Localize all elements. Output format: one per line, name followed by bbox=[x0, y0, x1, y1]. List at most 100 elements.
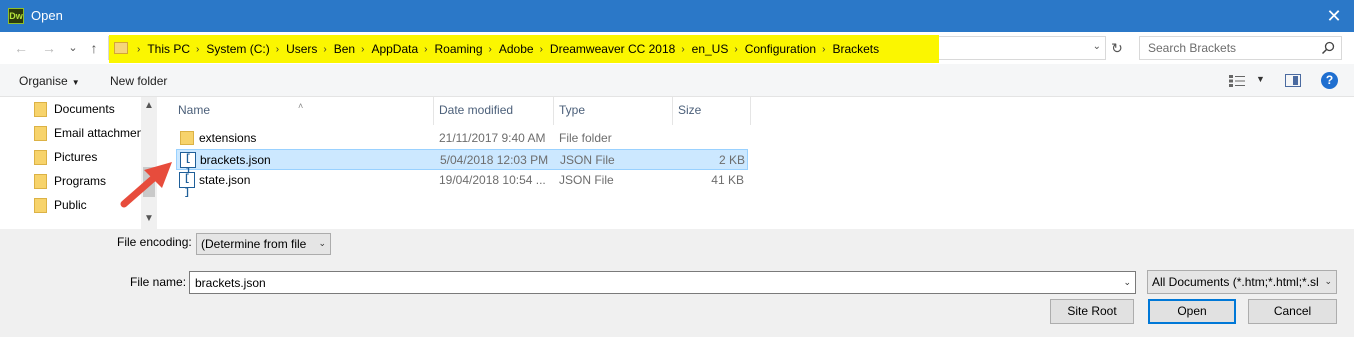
file-name: state.json bbox=[199, 173, 251, 187]
nav-item-label: Email attachments bbox=[54, 126, 144, 140]
search-icon bbox=[1321, 41, 1335, 55]
preview-pane-icon[interactable] bbox=[1285, 74, 1301, 87]
file-name: brackets.json bbox=[200, 153, 271, 167]
sort-ascending-icon: ˄ bbox=[298, 101, 304, 111]
file-date: 21/11/2017 9:40 AM bbox=[439, 131, 546, 145]
file-name-label: File name: bbox=[130, 275, 187, 289]
chevron-down-icon[interactable]: ⌄ bbox=[1093, 41, 1101, 52]
file-list: Name ˄ Date modified Type Size extension… bbox=[158, 97, 1354, 229]
breadcrumb-item[interactable]: This PC bbox=[147, 42, 190, 56]
scroll-up-icon[interactable]: ▲ bbox=[144, 100, 154, 111]
nav-item-label: Programs bbox=[54, 174, 107, 188]
column-header-name[interactable]: Name ˄ bbox=[178, 101, 428, 123]
chevron-down-icon[interactable]: ⌄ bbox=[1123, 277, 1131, 288]
chevron-down-icon: ⌄ bbox=[318, 238, 326, 248]
site-root-button[interactable]: Site Root bbox=[1050, 299, 1134, 324]
file-encoding-value: (Determine from file bbox=[201, 237, 307, 251]
folder-icon bbox=[34, 102, 47, 117]
change-view-icon[interactable] bbox=[1229, 75, 1247, 87]
column-divider[interactable] bbox=[750, 97, 751, 125]
folder-icon bbox=[180, 131, 194, 145]
column-name-label: Name bbox=[178, 103, 211, 117]
file-row-state-json[interactable]: [ ] state.json 19/04/2018 10:54 ... JSON… bbox=[176, 170, 748, 199]
close-icon[interactable]: ✕ bbox=[1324, 6, 1344, 26]
breadcrumb-separator-icon[interactable]: › bbox=[355, 44, 371, 55]
breadcrumb-item[interactable]: System (C:) bbox=[206, 42, 269, 56]
folder-icon bbox=[34, 126, 47, 141]
breadcrumb-item[interactable]: Dreamweaver CC 2018 bbox=[550, 42, 675, 56]
title-bar: Dw Open ✕ bbox=[0, 0, 1354, 32]
chevron-down-icon: ⌄ bbox=[1324, 276, 1332, 287]
breadcrumb-item[interactable]: Brackets bbox=[832, 42, 879, 56]
breadcrumb-separator-icon[interactable]: › bbox=[816, 44, 832, 55]
column-divider[interactable] bbox=[433, 97, 434, 125]
column-header-type[interactable]: Type bbox=[559, 103, 585, 123]
help-icon[interactable]: ? bbox=[1321, 72, 1338, 89]
scroll-down-icon[interactable]: ▼ bbox=[144, 213, 154, 224]
json-file-icon: [ ] bbox=[179, 172, 195, 199]
breadcrumb-separator-icon[interactable]: › bbox=[131, 44, 147, 55]
file-type-select[interactable]: All Documents (*.htm;*.html;*.shtm ⌄ bbox=[1147, 270, 1337, 294]
back-arrow-icon[interactable]: ← bbox=[12, 39, 30, 57]
breadcrumb-item[interactable]: Ben bbox=[334, 42, 355, 56]
breadcrumb-item[interactable]: AppData bbox=[371, 42, 418, 56]
breadcrumb: › This PC › System (C:) › Users › Ben › AppData › R… bbox=[131, 41, 879, 57]
up-arrow-icon[interactable]: ↑ bbox=[85, 39, 103, 57]
caret-down-icon: ▼ bbox=[71, 78, 80, 87]
file-name-input[interactable]: brackets.json ⌄ bbox=[189, 271, 1136, 294]
organise-label: Organise bbox=[19, 74, 68, 88]
file-date: 19/04/2018 10:54 ... bbox=[439, 173, 546, 187]
breadcrumb-item[interactable]: Adobe bbox=[499, 42, 534, 56]
breadcrumb-item[interactable]: en_US bbox=[692, 42, 729, 56]
column-header-date[interactable]: Date modified bbox=[439, 103, 513, 123]
breadcrumb-separator-icon[interactable]: › bbox=[534, 44, 550, 55]
forward-arrow-icon[interactable]: → bbox=[40, 39, 58, 57]
organise-button[interactable]: Organise ▼ bbox=[19, 74, 80, 88]
breadcrumb-separator-icon[interactable]: › bbox=[418, 44, 434, 55]
breadcrumb-item[interactable]: Roaming bbox=[435, 42, 483, 56]
nav-item-documents[interactable]: Documents bbox=[34, 98, 144, 120]
file-row-extensions[interactable]: extensions 21/11/2017 9:40 AM File folde… bbox=[176, 128, 748, 149]
file-size: 2 KB bbox=[718, 153, 745, 167]
file-date: 5/04/2018 12:03 PM bbox=[440, 153, 549, 167]
nav-item-label: Documents bbox=[54, 102, 115, 116]
new-folder-button[interactable]: New folder bbox=[110, 74, 167, 88]
file-name-value: brackets.json bbox=[195, 276, 266, 290]
breadcrumb-separator-icon[interactable]: › bbox=[675, 44, 691, 55]
column-header-size[interactable]: Size bbox=[678, 103, 701, 123]
column-divider[interactable] bbox=[672, 97, 673, 125]
file-name: extensions bbox=[199, 131, 257, 145]
address-row: ← → ⌄ ↑ › This PC › System (C:) › Users › Ben › A… bbox=[0, 32, 1354, 64]
nav-item-label: Pictures bbox=[54, 150, 98, 164]
json-file-icon: [ ] bbox=[180, 152, 196, 179]
breadcrumb-separator-icon[interactable]: › bbox=[190, 44, 206, 55]
breadcrumb-separator-icon[interactable]: › bbox=[317, 44, 333, 55]
window-title: Open bbox=[31, 8, 63, 23]
open-button[interactable]: Open bbox=[1148, 299, 1236, 324]
breadcrumb-separator-icon[interactable]: › bbox=[728, 44, 744, 55]
breadcrumb-separator-icon[interactable]: › bbox=[483, 44, 499, 55]
folder-icon bbox=[34, 174, 47, 189]
file-row-brackets-json[interactable]: [ ] brackets.json 5/04/2018 12:03 PM JSO… bbox=[176, 149, 748, 179]
recent-locations-chevron-icon[interactable]: ⌄ bbox=[64, 39, 82, 57]
file-encoding-label: File encoding: bbox=[117, 235, 192, 249]
file-type: File folder bbox=[559, 131, 612, 145]
breadcrumb-item[interactable]: Users bbox=[286, 42, 317, 56]
refresh-icon[interactable]: ↻ bbox=[1109, 40, 1125, 56]
nav-item-label: Public bbox=[54, 198, 87, 212]
file-encoding-select[interactable]: (Determine from file ⌄ bbox=[196, 233, 331, 255]
cancel-button[interactable]: Cancel bbox=[1248, 299, 1337, 324]
folder-icon bbox=[34, 198, 47, 213]
breadcrumb-item[interactable]: Configuration bbox=[745, 42, 816, 56]
address-bar[interactable]: › This PC › System (C:) › Users › Ben › AppData › R… bbox=[108, 35, 1106, 63]
view-options-caret-icon[interactable]: ▼ bbox=[1256, 74, 1265, 84]
column-divider[interactable] bbox=[553, 97, 554, 125]
dreamweaver-app-icon: Dw bbox=[8, 8, 24, 24]
search-input[interactable]: Search Brackets bbox=[1139, 36, 1342, 60]
search-placeholder: Search Brackets bbox=[1148, 41, 1237, 55]
nav-item-email-attachments[interactable]: Email attachments bbox=[34, 122, 144, 144]
dialog-footer: File encoding: (Determine from file ⌄ Fi… bbox=[0, 229, 1354, 337]
annotation-arrow-icon bbox=[120, 162, 172, 208]
breadcrumb-separator-icon[interactable]: › bbox=[270, 44, 286, 55]
file-type: JSON File bbox=[559, 173, 614, 187]
